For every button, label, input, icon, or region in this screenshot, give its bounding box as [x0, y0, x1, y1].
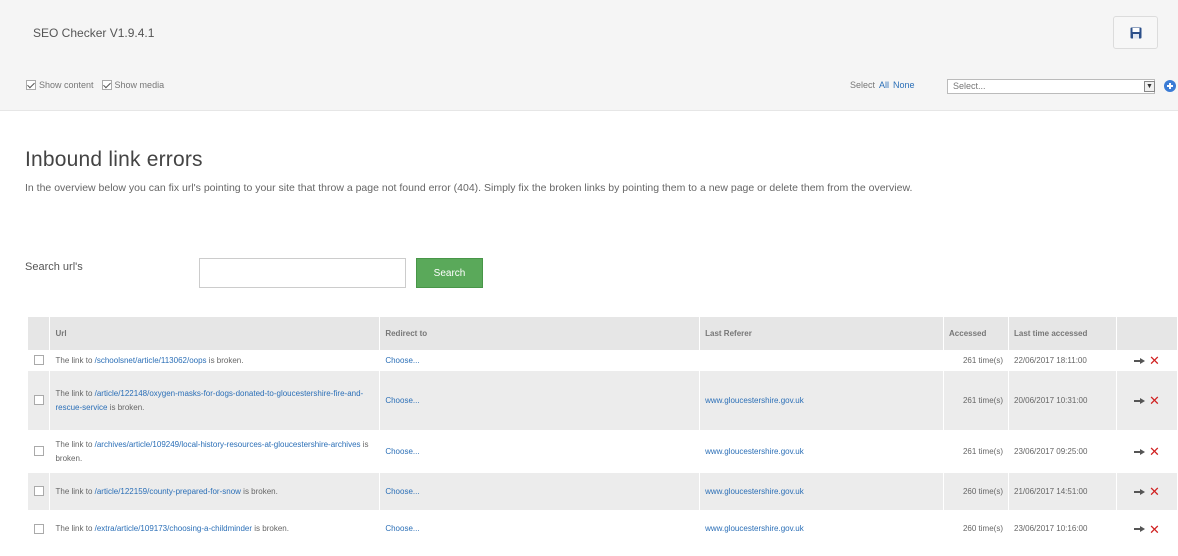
floppy-disk-icon — [1130, 27, 1141, 38]
last-accessed: 21/06/2017 14:51:00 — [1008, 473, 1117, 510]
url-cell: The link to /article/122148/oxygen-masks… — [49, 371, 381, 430]
page-description: In the overview below you can fix url's … — [25, 182, 913, 194]
redirect-choose-link[interactable]: Choose... — [385, 396, 419, 405]
row-checkbox[interactable] — [33, 395, 44, 406]
broken-url-link[interactable]: /archives/article/109249/local-history-r… — [95, 440, 361, 449]
url-prefix: The link to — [55, 355, 95, 365]
link-errors-table: Url Redirect to Last Referer Accessed La… — [28, 317, 1178, 548]
url-cell: The link to /extra/article/109173/choosi… — [49, 510, 381, 548]
url-suffix: is broken. — [107, 402, 145, 412]
row-checkbox[interactable] — [33, 486, 44, 497]
referer-link[interactable]: www.gloucestershire.gov.uk — [705, 487, 804, 496]
site-select[interactable]: Select... — [947, 79, 1155, 94]
select-bar: Select All None — [850, 80, 915, 90]
url-cell: The link to /schoolsnet/article/113062/o… — [49, 350, 381, 371]
header-url: Url — [49, 317, 381, 350]
url-suffix: is broken. — [240, 486, 278, 496]
delete-icon[interactable]: ✕ — [1149, 354, 1160, 367]
dropdown-arrow-icon[interactable]: ▼ — [1144, 81, 1155, 92]
redirect-arrow-icon[interactable] — [1134, 448, 1146, 455]
select-all-link[interactable]: All — [879, 80, 889, 90]
redirect-choose-link[interactable]: Choose... — [385, 356, 419, 365]
header-actions — [1116, 317, 1178, 350]
search-button[interactable]: Search — [416, 258, 483, 288]
table-row: The link to /schoolsnet/article/113062/o… — [28, 350, 1178, 371]
url-suffix: is broken. — [206, 355, 244, 365]
app-title: SEO Checker V1.9.4.1 — [33, 26, 155, 40]
redirect-arrow-icon[interactable] — [1134, 488, 1146, 495]
last-accessed: 20/06/2017 10:31:00 — [1008, 371, 1117, 430]
header-select — [28, 317, 51, 350]
header-referer: Last Referer — [699, 317, 945, 350]
add-icon[interactable] — [1164, 80, 1176, 92]
delete-icon[interactable]: ✕ — [1149, 523, 1160, 536]
header-redirect: Redirect to — [379, 317, 701, 350]
last-accessed: 23/06/2017 09:25:00 — [1008, 430, 1117, 473]
accessed-count: 260 time(s) — [943, 510, 1009, 548]
table-header-row: Url Redirect to Last Referer Accessed La… — [28, 317, 1178, 350]
redirect-choose-link[interactable]: Choose... — [385, 487, 419, 496]
broken-url-link[interactable]: /article/122159/county-prepared-for-snow — [95, 487, 241, 496]
referer-link[interactable]: www.gloucestershire.gov.uk — [705, 447, 804, 456]
show-content-checkbox[interactable] — [26, 80, 36, 90]
last-accessed: 22/06/2017 18:11:00 — [1008, 350, 1117, 371]
row-checkbox[interactable] — [33, 446, 44, 457]
display-options: Show content Show media — [26, 80, 169, 90]
table-row: The link to /article/122159/county-prepa… — [28, 473, 1178, 510]
accessed-count: 261 time(s) — [943, 430, 1009, 473]
row-checkbox[interactable] — [33, 523, 44, 534]
delete-icon[interactable]: ✕ — [1149, 394, 1160, 407]
redirect-arrow-icon[interactable] — [1134, 357, 1146, 364]
broken-url-link[interactable]: /schoolsnet/article/113062/oops — [95, 356, 207, 365]
url-cell: The link to /article/122159/county-prepa… — [49, 473, 381, 510]
delete-icon[interactable]: ✕ — [1149, 485, 1160, 498]
show-media-checkbox[interactable] — [101, 80, 112, 90]
select-label: Select — [850, 80, 876, 90]
search-label: Search url's — [25, 261, 83, 273]
header-last-accessed: Last time accessed — [1008, 317, 1117, 350]
url-prefix: The link to — [55, 439, 95, 449]
accessed-count: 260 time(s) — [943, 473, 1009, 510]
broken-url-link[interactable]: /extra/article/109173/choosing-a-childmi… — [95, 524, 252, 533]
url-suffix: is broken. — [252, 524, 289, 533]
header-accessed: Accessed — [943, 317, 1009, 350]
redirect-choose-link[interactable]: Choose... — [385, 447, 419, 456]
url-prefix: The link to — [55, 486, 95, 496]
url-cell: The link to /archives/article/109249/loc… — [49, 430, 381, 473]
select-none-link[interactable]: None — [893, 80, 915, 90]
save-button[interactable] — [1113, 16, 1158, 49]
accessed-count: 261 time(s) — [943, 350, 1009, 371]
last-accessed: 23/06/2017 10:16:00 — [1008, 510, 1117, 548]
redirect-arrow-icon[interactable] — [1134, 397, 1146, 404]
row-checkbox[interactable] — [33, 355, 44, 366]
show-content-label: Show content — [39, 80, 94, 90]
page-title: Inbound link errors — [25, 148, 203, 171]
broken-url-link[interactable]: /article/122148/oxygen-masks-for-dogs-do… — [55, 389, 363, 412]
table-row: The link to /extra/article/109173/choosi… — [28, 510, 1178, 548]
delete-icon[interactable]: ✕ — [1149, 445, 1160, 458]
redirect-arrow-icon[interactable] — [1134, 526, 1146, 532]
referer-link[interactable]: www.gloucestershire.gov.uk — [705, 396, 804, 405]
table-row: The link to /article/122148/oxygen-masks… — [28, 371, 1178, 430]
redirect-choose-link[interactable]: Choose... — [385, 524, 419, 533]
top-bar: SEO Checker V1.9.4.1 Show content Show m… — [0, 0, 1178, 111]
accessed-count: 261 time(s) — [943, 371, 1009, 430]
table-row: The link to /archives/article/109249/loc… — [28, 430, 1178, 473]
url-prefix: The link to — [55, 388, 95, 398]
referer-link[interactable]: www.gloucestershire.gov.uk — [705, 524, 804, 533]
url-prefix: The link to — [55, 524, 95, 533]
search-input[interactable] — [199, 258, 406, 288]
show-media-label: Show media — [114, 80, 165, 90]
